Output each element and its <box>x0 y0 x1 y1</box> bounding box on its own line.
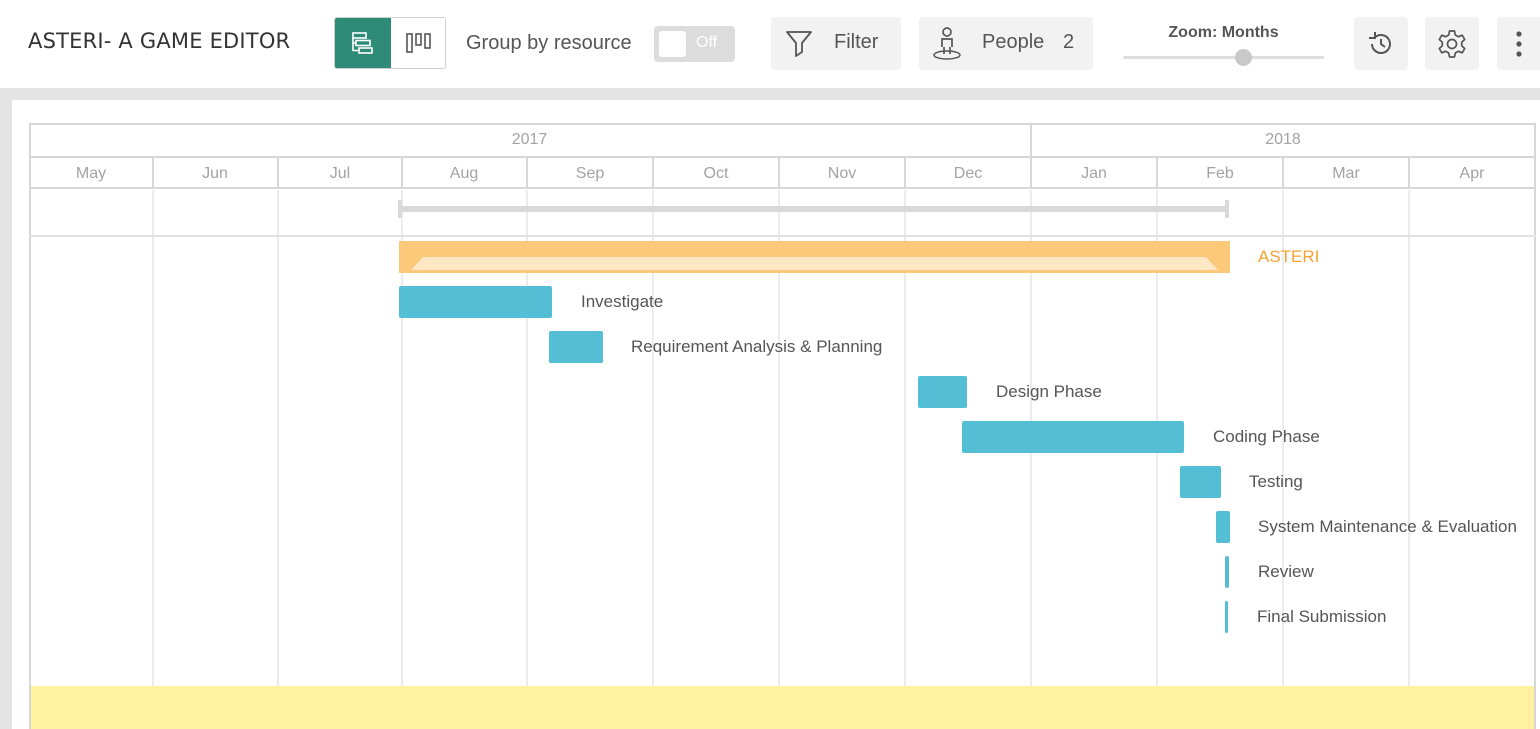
zoom-slider-handle[interactable] <box>1235 49 1253 66</box>
people-count: 2 <box>1063 31 1075 53</box>
group-by-resource-toggle[interactable]: Off <box>654 26 735 62</box>
toggle-knob <box>659 31 686 57</box>
task-bar-coding-phase[interactable] <box>962 421 1184 453</box>
history-button[interactable] <box>1354 17 1408 70</box>
gear-icon <box>1438 29 1466 58</box>
project-summary-bar <box>400 206 1229 212</box>
task-label[interactable]: Requirement Analysis & Planning <box>631 337 882 357</box>
filter-icon <box>786 31 812 57</box>
month-label: Dec <box>953 165 983 182</box>
month-label: Jan <box>1081 165 1107 182</box>
board-view-icon <box>405 33 431 53</box>
gantt-view-button[interactable] <box>335 18 391 68</box>
month-label: Oct <box>703 165 729 182</box>
year-label: 2018 <box>1265 131 1301 148</box>
history-icon <box>1369 31 1391 54</box>
summary-row-divider <box>29 235 1536 237</box>
person-icon <box>933 27 961 60</box>
task-bar-design-phase[interactable] <box>918 376 967 408</box>
task-bar-requirement-analysis[interactable] <box>549 331 603 363</box>
project-title: ASTERI- A GAME EDITOR <box>28 29 291 53</box>
gantt-view-icon <box>352 32 373 54</box>
filter-label: Filter <box>834 31 879 53</box>
people-button[interactable]: People 2 <box>919 17 1093 70</box>
task-bar-system-maintenance[interactable] <box>1216 511 1230 543</box>
task-bar-review[interactable] <box>1225 556 1229 588</box>
month-label: Mar <box>1332 165 1360 182</box>
task-label[interactable]: Final Submission <box>1257 607 1386 627</box>
project-bar[interactable] <box>399 241 1230 273</box>
task-label[interactable]: Design Phase <box>996 382 1102 402</box>
month-label: Aug <box>449 165 479 182</box>
settings-button[interactable] <box>1425 17 1479 70</box>
year-row-divider <box>29 156 1536 158</box>
task-bar-testing[interactable] <box>1180 466 1221 498</box>
more-options-button[interactable] <box>1497 17 1540 70</box>
zoom-label: Zoom: Months <box>1168 24 1279 41</box>
toggle-state-text: Off <box>696 34 718 51</box>
month-label: Sep <box>575 165 605 182</box>
month-label: Jun <box>202 165 228 182</box>
task-label[interactable]: System Maintenance & Evaluation <box>1258 517 1517 537</box>
task-label[interactable]: Review <box>1258 562 1314 582</box>
today-highlight-band <box>31 686 1534 729</box>
toolbar: ASTERI- A GAME EDITOR Group by resource … <box>0 0 1540 88</box>
zoom-slider[interactable] <box>1123 56 1324 59</box>
view-mode-switcher <box>334 17 446 69</box>
task-bar-investigate[interactable] <box>399 286 552 318</box>
filter-button[interactable]: Filter <box>771 17 901 70</box>
project-bar-inner <box>411 257 1218 270</box>
project-bar-label[interactable]: ASTERI <box>1258 247 1319 267</box>
month-label: Jul <box>329 165 351 182</box>
board-view-button[interactable] <box>391 18 445 68</box>
year-label: 2017 <box>511 131 548 148</box>
timeline-border <box>29 123 1536 729</box>
people-label: People <box>982 31 1045 53</box>
month-row-divider <box>29 187 1536 189</box>
month-label: Nov <box>827 165 857 182</box>
group-by-resource-label: Group by resource <box>466 32 632 54</box>
task-label[interactable]: Investigate <box>581 292 663 312</box>
task-bar-final-submission[interactable] <box>1225 601 1228 633</box>
more-vertical-icon <box>1515 30 1522 57</box>
month-label: Feb <box>1206 165 1234 182</box>
task-label[interactable]: Testing <box>1249 472 1303 492</box>
month-label: Apr <box>1459 165 1485 182</box>
summary-end-cap <box>1225 200 1229 218</box>
task-label[interactable]: Coding Phase <box>1213 427 1320 447</box>
month-label: May <box>75 165 107 182</box>
